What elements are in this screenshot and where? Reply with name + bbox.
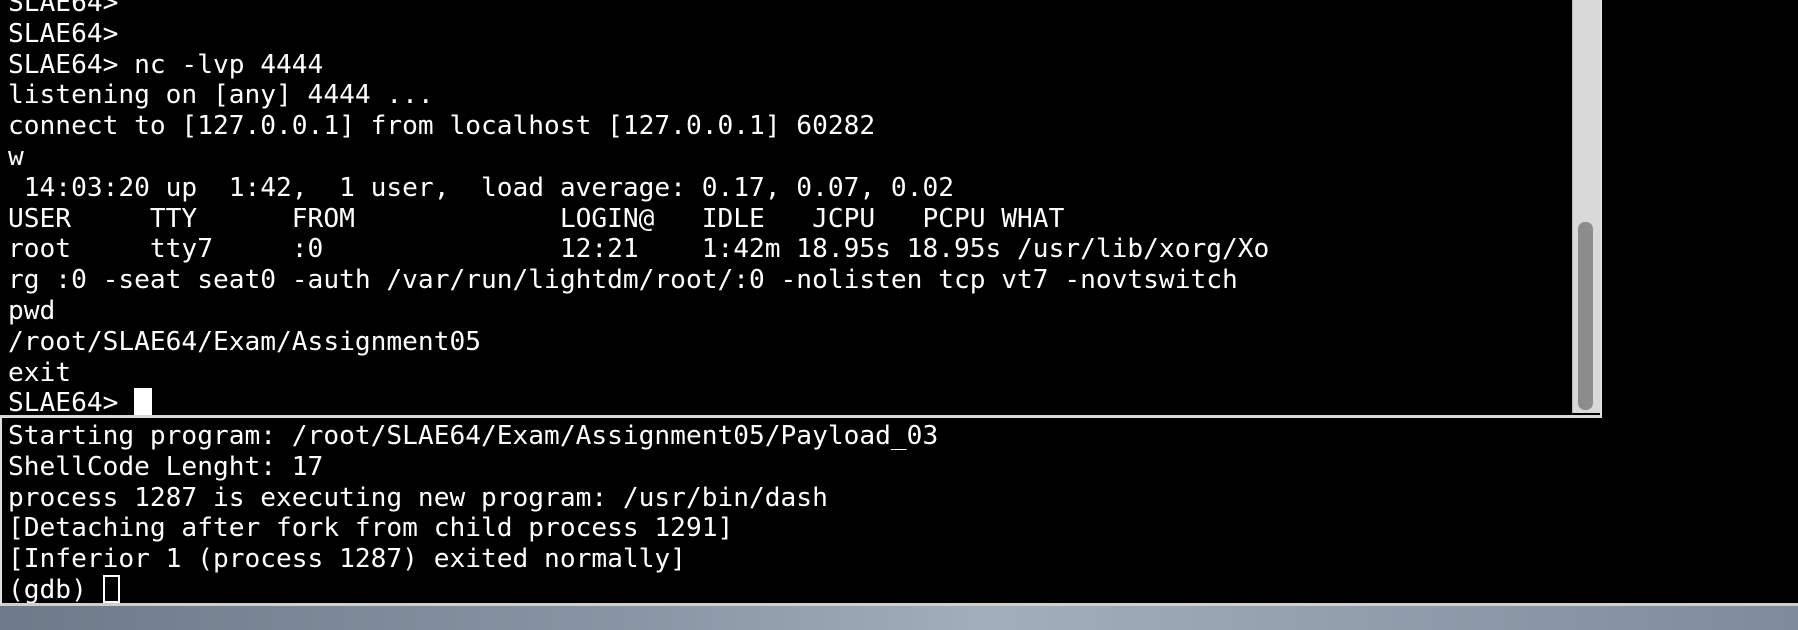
nc-terminal-output: SLAE64> SLAE64> SLAE64> nc -lvp 4444 lis…: [8, 0, 1270, 418]
gdb-terminal-window[interactable]: Starting program: /root/SLAE64/Exam/Assi…: [0, 418, 1798, 606]
terminal-prompt-line[interactable]: SLAE64>: [8, 388, 1269, 418]
terminal-line: SLAE64>: [8, 18, 119, 49]
gdb-prompt-line[interactable]: (gdb): [8, 574, 938, 605]
terminal-line: rg :0 -seat seat0 -auth /var/run/lightdm…: [8, 265, 1238, 296]
terminal-line: pwd: [8, 295, 56, 326]
terminal-line: w: [8, 141, 24, 172]
terminal-line: /root/SLAE64/Exam/Assignment05: [8, 326, 481, 357]
terminal-line: [Inferior 1 (process 1287) exited normal…: [8, 544, 686, 575]
terminal-line: listening on [any] 4444 ...: [8, 80, 434, 111]
gdb-prompt: (gdb): [8, 574, 103, 605]
terminal-line: process 1287 is executing new program: /…: [8, 482, 828, 513]
desktop-screen: SLAE64> SLAE64> SLAE64> nc -lvp 4444 lis…: [0, 0, 1798, 630]
terminal-line: USER TTY FROM LOGIN@ IDLE JCPU PCPU WHAT: [8, 203, 1065, 234]
terminal-line: SLAE64> nc -lvp 4444: [8, 49, 324, 80]
vertical-scrollbar[interactable]: [1572, 0, 1600, 413]
shell-prompt: SLAE64>: [8, 388, 135, 418]
terminal-line: connect to [127.0.0.1] from localhost [1…: [8, 111, 876, 142]
gdb-terminal-output: Starting program: /root/SLAE64/Exam/Assi…: [8, 421, 939, 605]
desktop-background-strip: [0, 606, 1798, 630]
nc-terminal-window[interactable]: SLAE64> SLAE64> SLAE64> nc -lvp 4444 lis…: [0, 0, 1602, 418]
text-cursor: [102, 574, 120, 603]
terminal-line: [Detaching after fork from child process…: [8, 513, 734, 544]
terminal-line: exit: [8, 357, 72, 388]
scrollbar-thumb[interactable]: [1578, 222, 1593, 410]
terminal-line: SLAE64>: [8, 0, 119, 18]
terminal-line: 14:03:20 up 1:42, 1 user, load average: …: [8, 172, 954, 203]
terminal-line: Starting program: /root/SLAE64/Exam/Assi…: [8, 421, 939, 451]
terminal-line: root tty7 :0 12:21 1:42m 18.95s 18.95s /…: [8, 234, 1270, 265]
terminal-line: ShellCode Lenght: 17: [8, 451, 324, 482]
text-cursor: [134, 388, 153, 415]
